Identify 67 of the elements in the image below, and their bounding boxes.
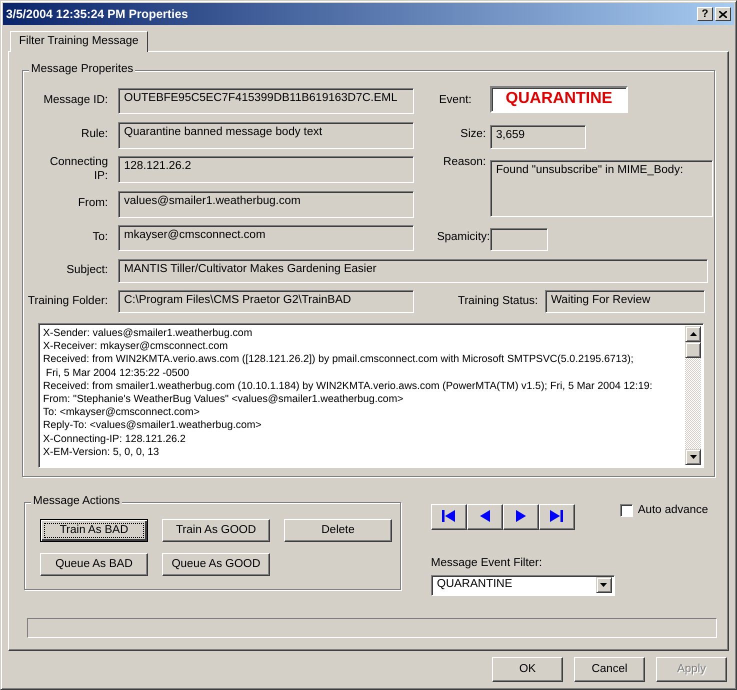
subject-field: MANTIS Tiller/Cultivator Makes Gardening Easier: [118, 258, 708, 282]
size-field: 3,659: [490, 124, 586, 148]
header-line: Received: from smailer1.weatherbug.com (10.10.1.184) by WIN2KMTA.verio.aws.com (PowerMTA(TM) v1.5); Fri, 5 Mar 2004 12:19:: [43, 380, 654, 394]
spamicity-field: [490, 228, 548, 251]
training-status-field: Waiting For Review: [545, 290, 705, 313]
close-icon: [719, 10, 727, 18]
help-button[interactable]: ?: [697, 7, 713, 21]
connecting-ip-field: 128.121.26.2: [118, 156, 414, 183]
first-icon: [442, 510, 456, 522]
event-filter-dropdown[interactable]: QUARANTINE: [430, 574, 615, 596]
header-line: Received: from WIN2KMTA.verio.aws.com ([128.121.26.2]) by pmail.cmsconnect.com with Microsoft SMTPSVC(5.0.2195.6713);: [43, 353, 635, 367]
group-title: Message Properites: [29, 63, 136, 77]
field-label: Size:: [459, 128, 486, 142]
action-button[interactable]: Train As GOOD: [162, 519, 270, 542]
header-line: X-EM-Version: 5, 0, 0, 13: [43, 446, 160, 460]
reason-field: Found "unsubscribe" in MIME_Body:: [490, 160, 713, 217]
field-label: Event:: [438, 94, 473, 108]
header-line: Reply-To: <values@smailer1.weatherbug.com>: [43, 419, 262, 433]
scrollbar[interactable]: [685, 326, 701, 465]
group-title: Message Actions: [31, 495, 122, 509]
previous-icon: [480, 510, 490, 522]
next-icon: [516, 510, 526, 522]
dropdown-arrow-icon: [600, 583, 608, 588]
header-line: From: "Stephanie's WeatherBug Values" <values@smailer1.weatherbug.com>: [43, 393, 404, 406]
header-line: X-Connecting-IP: 128.121.26.2: [43, 432, 187, 446]
window-title: 3/5/2004 12:35:24 PM Properties: [6, 6, 190, 22]
header-line: To: <mkayser@cmsconnect.com>: [43, 406, 201, 420]
field-label: Reason:: [442, 156, 486, 170]
field-label: Message ID:: [42, 94, 108, 108]
rule-field: Quarantine banned message body text: [118, 122, 414, 148]
field-label: Message Event Filter:: [430, 557, 544, 571]
checkbox-label: Auto advance: [638, 504, 708, 518]
from-field: values@smailer1.weatherbug.com: [118, 190, 414, 218]
navigation-button[interactable]: [430, 504, 467, 530]
action-button[interactable]: Queue As GOOD: [162, 553, 270, 576]
header-line: X-Receiver: mkayser@cmsconnect.com: [43, 340, 229, 354]
message-id-field: OUTEBFE95C5EC7F415399DB11B619163D7C.EML: [118, 88, 414, 114]
to-field: mkayser@cmsconnect.com: [118, 225, 414, 251]
action-button[interactable]: Train As BAD: [40, 519, 148, 542]
scroll-up-button[interactable]: [685, 326, 701, 342]
training-folder-field: C:\Program Files\CMS Praetor G2\TrainBAD: [118, 290, 414, 313]
scroll-thumb[interactable]: [685, 342, 701, 358]
dialog-button[interactable]: Cancel: [574, 657, 645, 682]
navigation-button[interactable]: [502, 504, 539, 530]
navigation-button[interactable]: [466, 504, 503, 530]
checkbox[interactable]: [620, 504, 633, 518]
tab[interactable]: Filter Training Message: [10, 31, 148, 52]
ok-button[interactable]: OK: [492, 657, 563, 682]
field-label: Connecting IP:: [48, 156, 108, 184]
header-line: X-Sender: values@smailer1.weatherbug.com: [43, 327, 254, 340]
last-icon: [550, 510, 564, 522]
field-label: From:: [76, 197, 108, 211]
scroll-down-button[interactable]: [685, 449, 701, 465]
close-button[interactable]: [715, 7, 731, 21]
event-field: QUARANTINE: [490, 86, 628, 113]
header-line: Fri, 5 Mar 2004 12:35:22 -0500: [44, 366, 190, 380]
action-button[interactable]: Delete: [284, 519, 392, 542]
navigation-button[interactable]: [538, 504, 575, 530]
up-arrow-icon: [690, 332, 696, 336]
field-label: Spamicity:: [436, 231, 490, 245]
field-label: Rule:: [80, 128, 108, 142]
action-button[interactable]: Queue As BAD: [40, 553, 148, 576]
field-label: To:: [92, 231, 108, 245]
field-label: Training Status:: [458, 294, 538, 308]
down-arrow-icon: [690, 455, 696, 459]
field-label: Subject:: [65, 264, 108, 278]
field-label: Training Folder:: [26, 294, 108, 308]
